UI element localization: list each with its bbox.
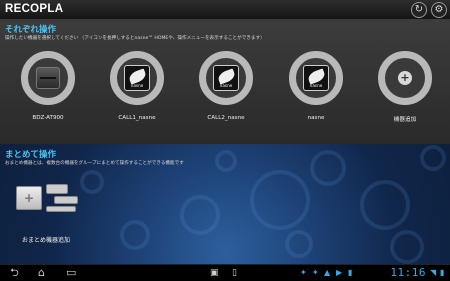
status-icon: ▶ [336,268,343,277]
screenshot-icon[interactable]: ▣ [210,266,219,280]
bg-bubble [390,230,424,264]
clock: 11:16 [390,266,426,279]
bg-bubble [420,145,446,171]
section-description: おまとめ機器とは、複数台の機器をグループにまとめて操作することができる機能です [5,161,184,166]
nasne-icon: nasne [213,65,239,91]
status-icon: ✦ [312,268,319,277]
bg-bubble [215,150,237,172]
device-label: CALL1_nasne [118,115,156,121]
back-icon: ⮌ [10,266,19,279]
bg-bubble [250,170,310,230]
group-add-button[interactable]: + [16,180,86,220]
gear-icon: ⚙ [434,4,444,15]
add-icon: + [398,71,412,85]
app-logo: RECOPLA [5,3,64,15]
home-button[interactable]: ⌂ [38,266,45,280]
device-ring: nasne [289,51,343,105]
device-label: BDZ-AT900 [32,115,64,121]
device-ring [21,51,75,105]
bg-bubble [310,150,346,186]
recent-apps-icon: ▭ [66,266,77,279]
device-label: 機器追加 [393,117,417,123]
home-icon: ⌂ [38,266,45,279]
nasne-icon: nasne [124,65,150,91]
device-call1-nasne[interactable]: nasne CALL1_nasne [102,51,172,131]
bg-bubble [285,230,313,258]
recent-apps-button[interactable]: ▭ [66,266,76,280]
status-icon: ▮ [348,268,353,277]
device-graphic [46,184,68,194]
notification-icon[interactable]: ▯ [232,266,237,280]
bg-bubble [180,195,220,235]
device-label: nasne [307,115,325,121]
section-title-individual: それぞれ操作 [5,25,57,35]
device-bdz-at900[interactable]: BDZ-AT900 [13,51,83,131]
bg-bubble [360,180,410,230]
device-graphic [46,206,76,212]
device-label: CALL2_nasne [207,115,245,121]
add-device-button[interactable]: + 機器追加 [370,51,440,131]
device-ring: nasne [199,51,253,105]
device-nasne[interactable]: nasne nasne [281,51,351,131]
system-nav-bar: ⮌ ⌂ ▭ ▣ ▯ ✦ ✦ ▲ ▶ ▮ 11:16 ◥ ▮ [0,264,450,281]
recorder-icon [36,67,60,89]
section-title-group: まとめて操作 [5,150,57,160]
device-panel: それぞれ操作 操作したい機器を選択してください （アイコンを長押しするとnasn… [0,20,450,144]
group-add-label: おまとめ機器追加 [22,237,71,244]
back-button[interactable]: ⮌ [10,266,19,280]
device-ring: nasne [110,51,164,105]
main-area: それぞれ操作 操作したい機器を選択してください （アイコンを長押しするとnasn… [0,20,450,264]
status-icon: ✦ [300,268,307,277]
settings-button[interactable]: ⚙ [431,2,447,18]
group-add-icon: + [16,186,42,210]
device-call2-nasne[interactable]: nasne CALL2_nasne [191,51,261,131]
refresh-button[interactable]: ↻ [411,2,427,18]
bg-bubble [120,220,150,250]
device-ring: + [378,51,432,105]
nasne-icon: nasne [303,65,329,91]
section-description: 操作したい機器を選択してください （アイコンを長押しするとnasne™ HOME… [5,36,265,41]
refresh-icon: ↻ [414,4,424,15]
title-bar: RECOPLA ↻ ⚙ [0,0,450,20]
wifi-icon: ◥ [430,268,437,277]
battery-icon: ▮ [440,268,445,277]
status-icon: ▲ [324,268,331,277]
device-graphic [54,196,78,204]
